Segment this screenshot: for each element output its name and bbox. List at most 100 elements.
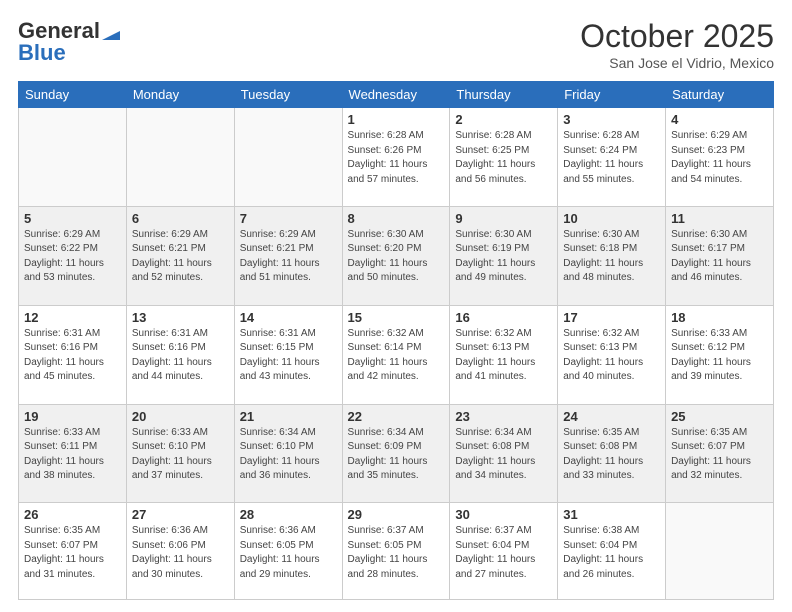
calendar-day-cell: 8 Sunrise: 6:30 AMSunset: 6:20 PMDaylight… [342, 206, 450, 305]
calendar-day-cell: 16Sunrise: 6:32 AMSunset: 6:13 PMDayligh… [450, 305, 558, 404]
day-number: 24 [563, 409, 660, 424]
day-info: Sunrise: 6:29 AMSunset: 6:23 PMDaylight:… [671, 129, 768, 187]
day-info: Sunrise: 6:28 AMSunset: 6:25 PMDaylight:… [455, 129, 552, 187]
calendar-day-cell: 23 Sunrise: 6:34 AMSunset: 6:08 PMDayligh… [450, 404, 558, 503]
day-number: 23 [455, 409, 552, 424]
day-info: Sunrise: 6:34 AMSunset: 6:09 PMDaylight:… [348, 426, 445, 484]
calendar-day-cell: 9Sunrise: 6:30 AMSunset: 6:19 PMDaylight… [450, 206, 558, 305]
calendar-day-cell: 17 Sunrise: 6:32 AMSunset: 6:13 PMDayligh… [558, 305, 666, 404]
day-number: 13 [132, 310, 229, 325]
day-number: 14 [240, 310, 337, 325]
day-number: 1 [348, 112, 445, 127]
calendar-header-row: SundayMondayTuesdayWednesdayThursdayFrid… [19, 82, 774, 108]
day-info: Sunrise: 6:32 AMSunset: 6:14 PMDaylight:… [348, 327, 445, 385]
day-number: 8 [348, 211, 445, 226]
calendar-col-header: Sunday [19, 82, 127, 108]
calendar-day-cell: 24 Sunrise: 6:35 AMSunset: 6:08 PMDayligh… [558, 404, 666, 503]
day-number: 12 [24, 310, 121, 325]
day-number: 21 [240, 409, 337, 424]
month-title: October 2025 [580, 18, 774, 55]
header: General Blue October 2025 San Jose el Vi… [18, 18, 774, 71]
calendar-day-cell: 28Sunrise: 6:36 AMSunset: 6:05 PMDayligh… [234, 503, 342, 600]
day-number: 10 [563, 211, 660, 226]
day-number: 26 [24, 507, 121, 522]
day-number: 7 [240, 211, 337, 226]
calendar-col-header: Tuesday [234, 82, 342, 108]
calendar-day-cell: 27Sunrise: 6:36 AMSunset: 6:06 PMDayligh… [126, 503, 234, 600]
day-info: Sunrise: 6:34 AMSunset: 6:08 PMDaylight:… [455, 426, 552, 484]
day-info: Sunrise: 6:35 AMSunset: 6:07 PMDaylight:… [671, 426, 768, 484]
page: General Blue October 2025 San Jose el Vi… [0, 0, 792, 612]
calendar-day-cell [666, 503, 774, 600]
calendar-week-row: 26 Sunrise: 6:35 AMSunset: 6:07 PMDayligh… [19, 503, 774, 600]
calendar-day-cell: 13 Sunrise: 6:31 AMSunset: 6:16 PMDayligh… [126, 305, 234, 404]
day-info: Sunrise: 6:34 AMSunset: 6:10 PMDaylight:… [240, 426, 337, 484]
day-info: Sunrise: 6:30 AMSunset: 6:18 PMDaylight:… [563, 228, 660, 286]
calendar-table: SundayMondayTuesdayWednesdayThursdayFrid… [18, 81, 774, 600]
calendar-week-row: 12 Sunrise: 6:31 AMSunset: 6:16 PMDayligh… [19, 305, 774, 404]
calendar-day-cell: 22 Sunrise: 6:34 AMSunset: 6:09 PMDayligh… [342, 404, 450, 503]
day-info: Sunrise: 6:35 AMSunset: 6:08 PMDaylight:… [563, 426, 660, 484]
calendar-day-cell: 30 Sunrise: 6:37 AMSunset: 6:04 PMDayligh… [450, 503, 558, 600]
day-info: Sunrise: 6:30 AMSunset: 6:20 PMDaylight:… [348, 228, 445, 286]
day-number: 27 [132, 507, 229, 522]
day-number: 15 [348, 310, 445, 325]
day-info: Sunrise: 6:37 AMSunset: 6:04 PMDaylight:… [455, 524, 552, 582]
calendar-day-cell [19, 108, 127, 207]
calendar-day-cell: 3 Sunrise: 6:28 AMSunset: 6:24 PMDaylight… [558, 108, 666, 207]
calendar-day-cell: 14 Sunrise: 6:31 AMSunset: 6:15 PMDayligh… [234, 305, 342, 404]
day-number: 3 [563, 112, 660, 127]
calendar-day-cell [234, 108, 342, 207]
calendar-day-cell: 4Sunrise: 6:29 AMSunset: 6:23 PMDaylight… [666, 108, 774, 207]
calendar-col-header: Monday [126, 82, 234, 108]
day-info: Sunrise: 6:31 AMSunset: 6:16 PMDaylight:… [132, 327, 229, 385]
calendar-day-cell: 7 Sunrise: 6:29 AMSunset: 6:21 PMDaylight… [234, 206, 342, 305]
calendar-day-cell: 2 Sunrise: 6:28 AMSunset: 6:25 PMDaylight… [450, 108, 558, 207]
day-number: 19 [24, 409, 121, 424]
day-info: Sunrise: 6:35 AMSunset: 6:07 PMDaylight:… [24, 524, 121, 582]
calendar-day-cell: 10 Sunrise: 6:30 AMSunset: 6:18 PMDayligh… [558, 206, 666, 305]
title-section: October 2025 San Jose el Vidrio, Mexico [580, 18, 774, 71]
day-number: 25 [671, 409, 768, 424]
day-info: Sunrise: 6:28 AMSunset: 6:26 PMDaylight:… [348, 129, 445, 187]
day-info: Sunrise: 6:37 AMSunset: 6:05 PMDaylight:… [348, 524, 445, 582]
calendar-day-cell: 26 Sunrise: 6:35 AMSunset: 6:07 PMDayligh… [19, 503, 127, 600]
day-info: Sunrise: 6:29 AMSunset: 6:21 PMDaylight:… [132, 228, 229, 286]
calendar-day-cell: 31 Sunrise: 6:38 AMSunset: 6:04 PMDayligh… [558, 503, 666, 600]
calendar-day-cell: 19Sunrise: 6:33 AMSunset: 6:11 PMDayligh… [19, 404, 127, 503]
day-number: 29 [348, 507, 445, 522]
day-info: Sunrise: 6:30 AMSunset: 6:17 PMDaylight:… [671, 228, 768, 286]
day-number: 17 [563, 310, 660, 325]
logo-blue: Blue [18, 40, 66, 66]
day-number: 6 [132, 211, 229, 226]
day-info: Sunrise: 6:29 AMSunset: 6:22 PMDaylight:… [24, 228, 121, 286]
calendar-week-row: 1 Sunrise: 6:28 AMSunset: 6:26 PMDaylight… [19, 108, 774, 207]
day-info: Sunrise: 6:30 AMSunset: 6:19 PMDaylight:… [455, 228, 552, 286]
day-info: Sunrise: 6:31 AMSunset: 6:15 PMDaylight:… [240, 327, 337, 385]
calendar-day-cell: 21 Sunrise: 6:34 AMSunset: 6:10 PMDayligh… [234, 404, 342, 503]
calendar-day-cell: 12Sunrise: 6:31 AMSunset: 6:16 PMDayligh… [19, 305, 127, 404]
day-info: Sunrise: 6:32 AMSunset: 6:13 PMDaylight:… [563, 327, 660, 385]
calendar-day-cell: 6 Sunrise: 6:29 AMSunset: 6:21 PMDaylight… [126, 206, 234, 305]
day-number: 28 [240, 507, 337, 522]
day-number: 31 [563, 507, 660, 522]
calendar-day-cell: 29 Sunrise: 6:37 AMSunset: 6:05 PMDayligh… [342, 503, 450, 600]
location: San Jose el Vidrio, Mexico [580, 55, 774, 71]
calendar-col-header: Saturday [666, 82, 774, 108]
day-info: Sunrise: 6:32 AMSunset: 6:13 PMDaylight:… [455, 327, 552, 385]
calendar-col-header: Friday [558, 82, 666, 108]
day-info: Sunrise: 6:38 AMSunset: 6:04 PMDaylight:… [563, 524, 660, 582]
calendar-week-row: 5Sunrise: 6:29 AMSunset: 6:22 PMDaylight… [19, 206, 774, 305]
day-number: 30 [455, 507, 552, 522]
day-number: 22 [348, 409, 445, 424]
day-info: Sunrise: 6:33 AMSunset: 6:10 PMDaylight:… [132, 426, 229, 484]
calendar-day-cell: 5Sunrise: 6:29 AMSunset: 6:22 PMDaylight… [19, 206, 127, 305]
calendar-day-cell [126, 108, 234, 207]
day-number: 2 [455, 112, 552, 127]
day-info: Sunrise: 6:29 AMSunset: 6:21 PMDaylight:… [240, 228, 337, 286]
calendar-col-header: Thursday [450, 82, 558, 108]
day-info: Sunrise: 6:28 AMSunset: 6:24 PMDaylight:… [563, 129, 660, 187]
calendar-day-cell: 1 Sunrise: 6:28 AMSunset: 6:26 PMDaylight… [342, 108, 450, 207]
calendar-week-row: 19Sunrise: 6:33 AMSunset: 6:11 PMDayligh… [19, 404, 774, 503]
calendar-day-cell: 15 Sunrise: 6:32 AMSunset: 6:14 PMDayligh… [342, 305, 450, 404]
